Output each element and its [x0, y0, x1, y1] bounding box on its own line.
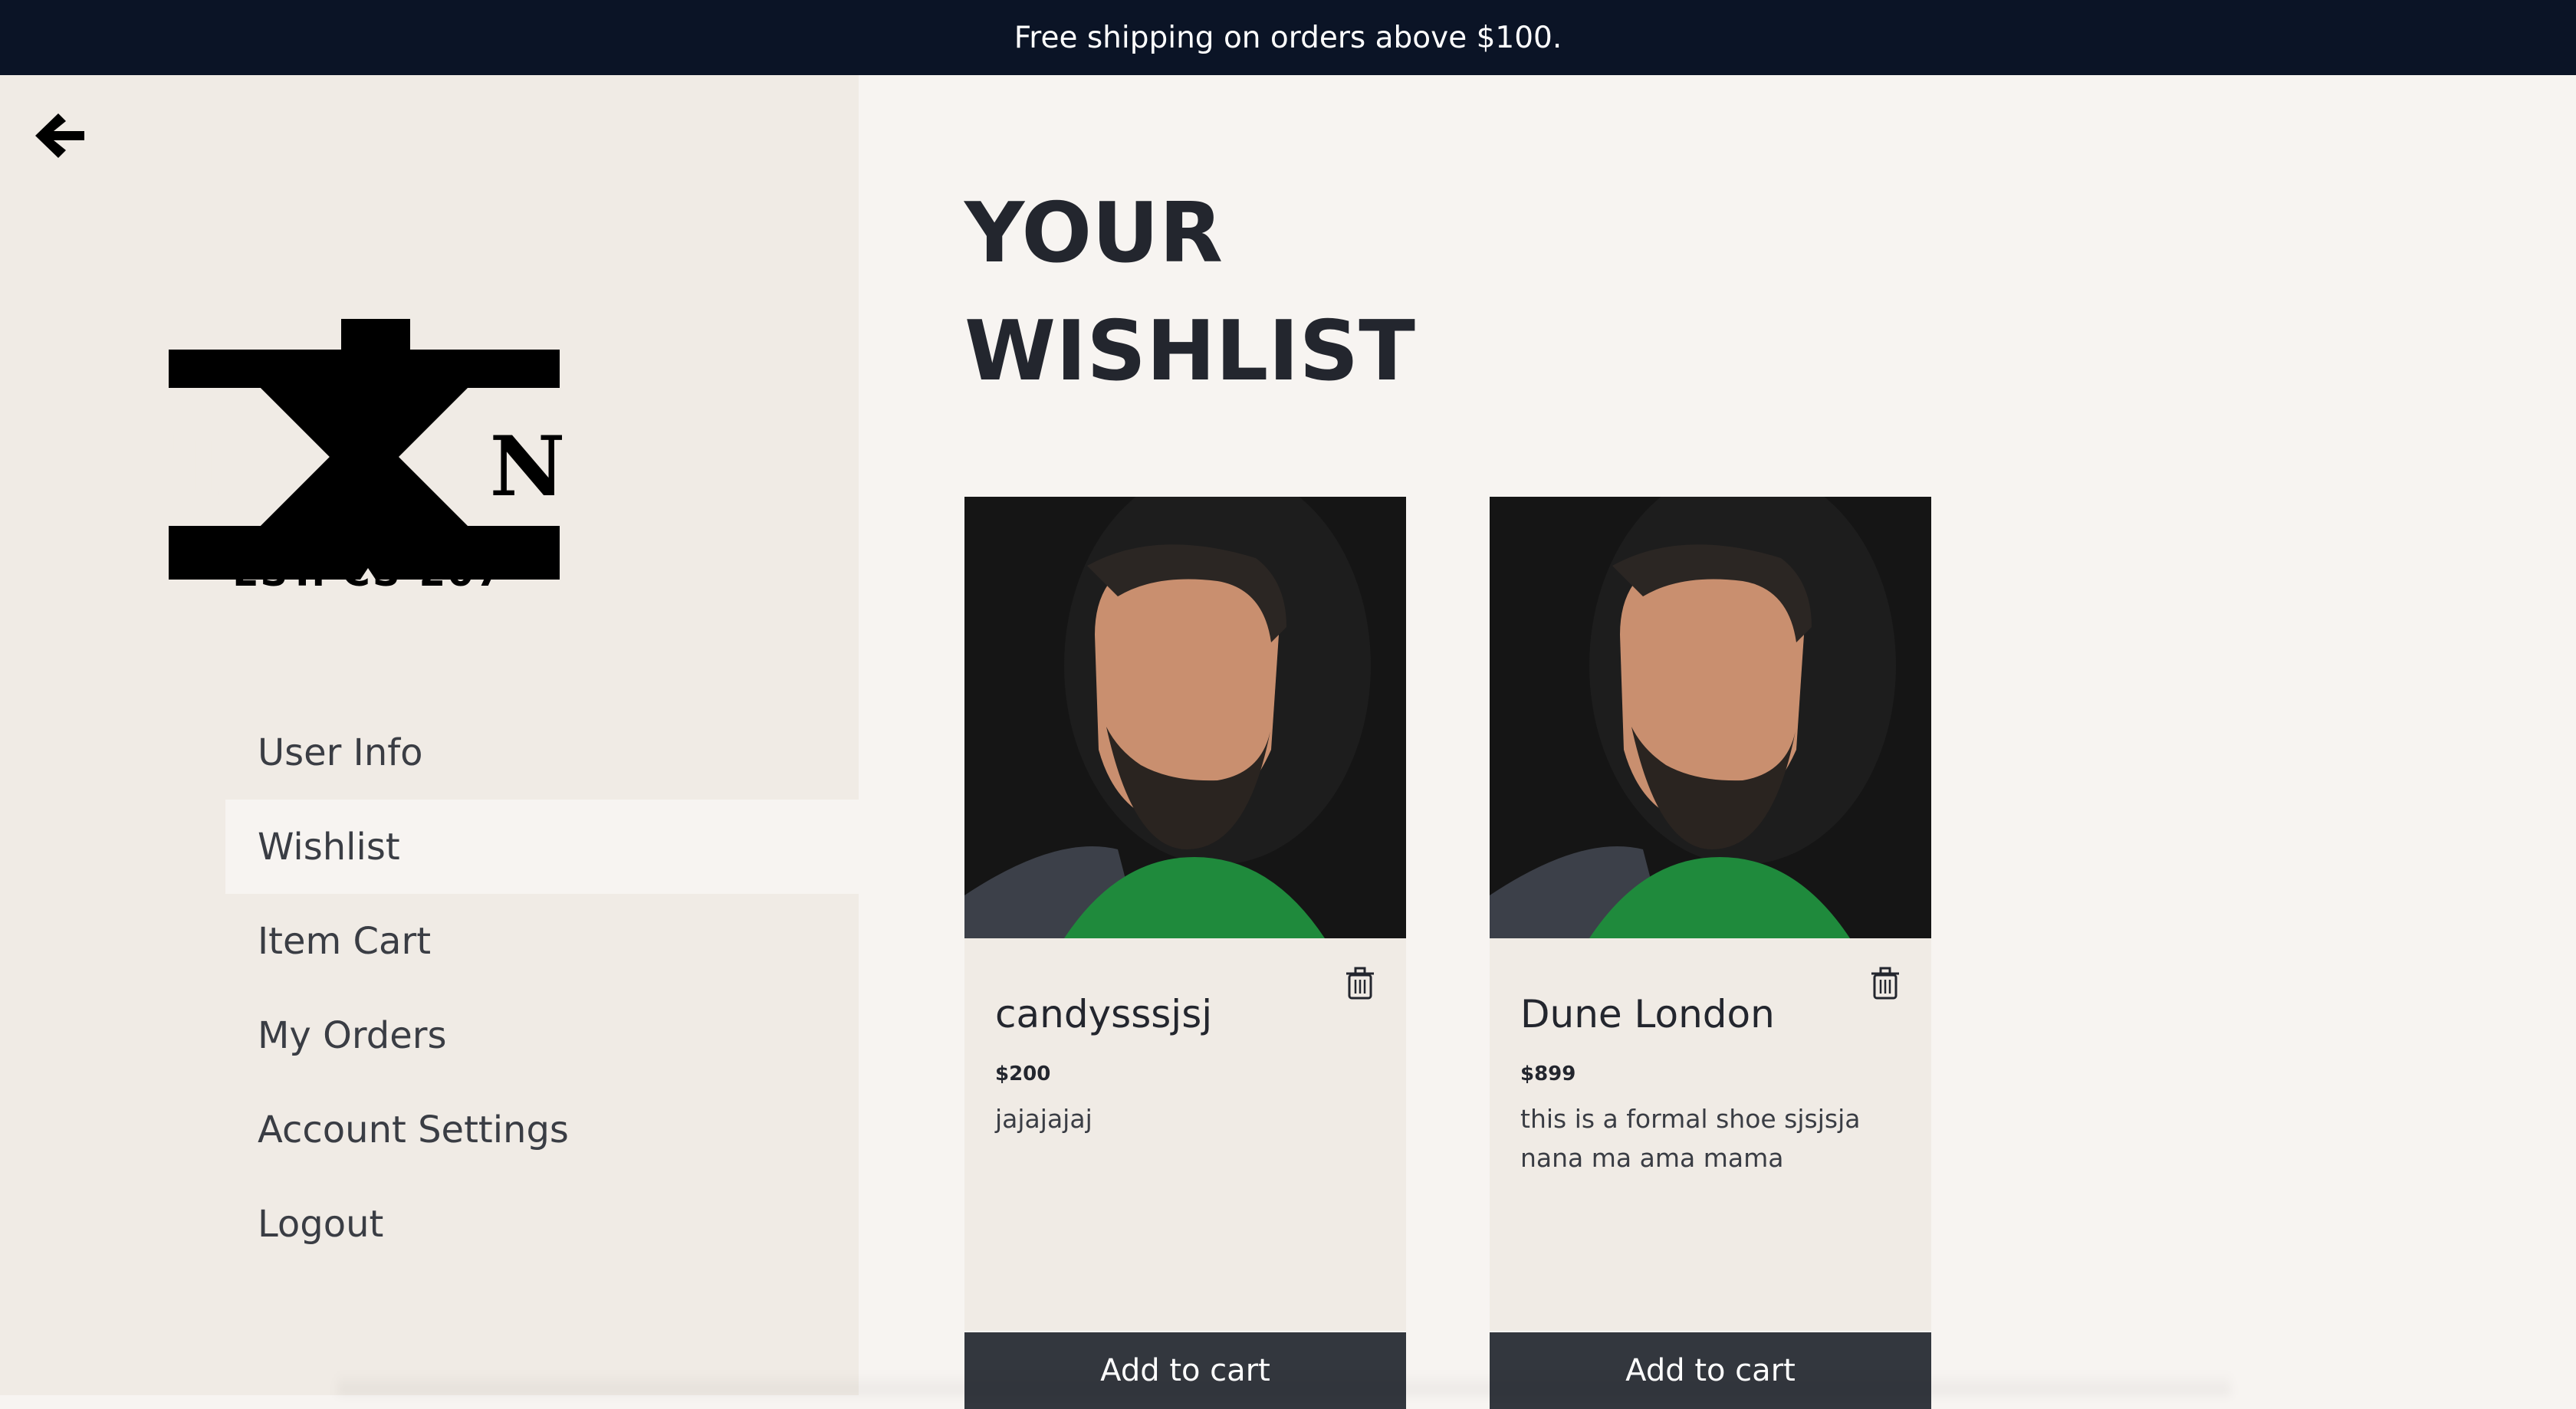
add-to-cart-button[interactable]: Add to cart — [964, 1332, 1406, 1409]
sidebar-item-label: Logout — [258, 1202, 384, 1246]
logo: T N — [169, 319, 566, 580]
sidebar-item-account-settings[interactable]: Account Settings — [225, 1082, 859, 1177]
product-description: jajajajaj — [995, 1104, 1092, 1134]
sidebar-item-user-info[interactable]: User Info — [225, 705, 859, 800]
add-to-cart-button[interactable]: Add to cart — [1490, 1332, 1931, 1409]
trash-icon — [1871, 967, 1899, 1000]
page-title-line2: WISHLIST — [964, 304, 1415, 399]
trash-icon — [1346, 967, 1374, 1000]
product-name: Dune London — [1520, 992, 1775, 1036]
sidebar-item-logout[interactable]: Logout — [225, 1177, 859, 1271]
sidebar-item-label: Wishlist — [258, 825, 400, 869]
sidebar-item-label: Account Settings — [258, 1108, 569, 1151]
product-image[interactable] — [1490, 497, 1931, 938]
main-content: YOUR WISHLIST candysssjsj $200 jajajajaj… — [859, 75, 2576, 1409]
product-description: this is a formal shoe sjsjsja nana ma am… — [1520, 1104, 1861, 1173]
logo-tagline: EST. CS-207 — [232, 550, 504, 595]
back-button[interactable] — [26, 103, 92, 169]
wishlist-card: candysssjsj $200 jajajajaj Add to cart — [964, 497, 1406, 1409]
logo-letter-right: N — [490, 419, 566, 515]
remove-button[interactable] — [1870, 966, 1901, 1001]
remove-button[interactable] — [1345, 966, 1375, 1001]
wishlist-card: Dune London $899 this is a formal shoe s… — [1490, 497, 1931, 1409]
sidebar-nav: User Info Wishlist Item Cart My Orders A… — [225, 705, 859, 1271]
sidebar-item-label: User Info — [258, 731, 423, 774]
arrow-left-icon — [35, 113, 84, 158]
sidebar-item-wishlist[interactable]: Wishlist — [225, 800, 859, 894]
sidebar-item-label: My Orders — [258, 1013, 447, 1057]
product-name: candysssjsj — [995, 992, 1213, 1036]
product-price: $200 — [995, 1062, 1051, 1085]
product-photo — [1490, 497, 1931, 938]
page-title: YOUR WISHLIST — [964, 175, 1578, 411]
shipping-banner-text: Free shipping on orders above $100. — [1014, 20, 1562, 55]
sidebar-item-item-cart[interactable]: Item Cart — [225, 894, 859, 988]
product-price: $899 — [1520, 1062, 1576, 1085]
shipping-banner: Free shipping on orders above $100. — [0, 0, 2576, 75]
sidebar-item-label: Item Cart — [258, 919, 432, 963]
sidebar-item-my-orders[interactable]: My Orders — [225, 988, 859, 1082]
page-title-line1: YOUR — [964, 186, 1224, 281]
sidebar: T N EST. CS-207 User Info Wishlist Item … — [0, 75, 859, 1395]
logo-letter-left: T — [172, 419, 234, 515]
product-image[interactable] — [964, 497, 1406, 938]
footer-shadow — [337, 1372, 2231, 1395]
product-photo — [964, 497, 1406, 938]
